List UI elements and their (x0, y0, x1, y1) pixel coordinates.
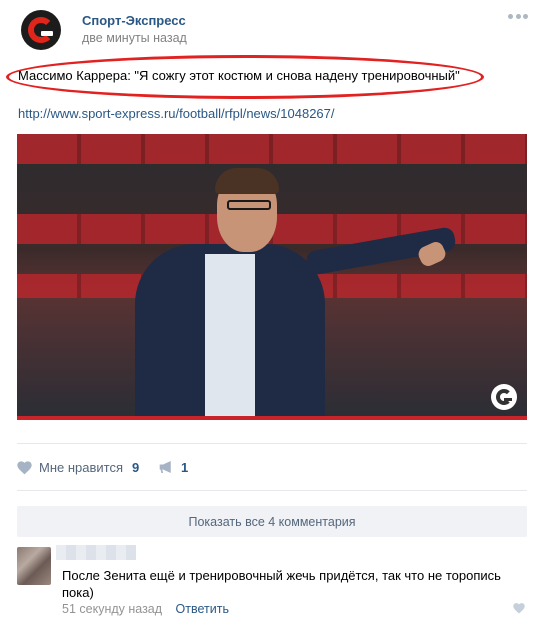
like-button[interactable]: Мне нравится 9 (16, 458, 139, 476)
community-avatar[interactable] (21, 10, 61, 50)
post-text: Массимо Каррера: "Я сожгу этот костюм и … (18, 68, 460, 83)
post-author[interactable]: Спорт-Экспресс (82, 13, 186, 28)
like-count: 9 (132, 459, 140, 475)
divider (17, 490, 527, 491)
comment-meta: 51 секунду назад Ответить (62, 602, 229, 616)
post-time[interactable]: две минуты назад (82, 31, 187, 45)
commenter-avatar[interactable] (17, 547, 51, 585)
share-button[interactable]: 1 (158, 458, 188, 476)
commenter-name-redacted[interactable] (56, 545, 136, 560)
sport-express-logo-icon (28, 17, 54, 43)
share-count: 1 (181, 459, 189, 475)
divider (17, 443, 527, 444)
like-label: Мне нравится (39, 459, 124, 475)
watermark-logo-icon (491, 384, 517, 410)
post-photo[interactable] (17, 134, 527, 420)
heart-icon (17, 460, 32, 474)
post-link[interactable]: http://www.sport-express.ru/football/rfp… (18, 106, 335, 121)
more-options-icon[interactable] (508, 14, 528, 20)
wall-post: Спорт-Экспресс две минуты назад Массимо … (0, 0, 542, 626)
comment-time[interactable]: 51 секунду назад (62, 602, 162, 616)
reply-button[interactable]: Ответить (176, 602, 229, 616)
comment-like-button[interactable] (512, 602, 526, 617)
comment-text: После Зенита ещё и тренировочный жечь пр… (62, 568, 501, 600)
megaphone-icon (159, 461, 171, 473)
show-all-comments-button[interactable]: Показать все 4 комментария (17, 506, 527, 537)
heart-icon (513, 603, 525, 614)
